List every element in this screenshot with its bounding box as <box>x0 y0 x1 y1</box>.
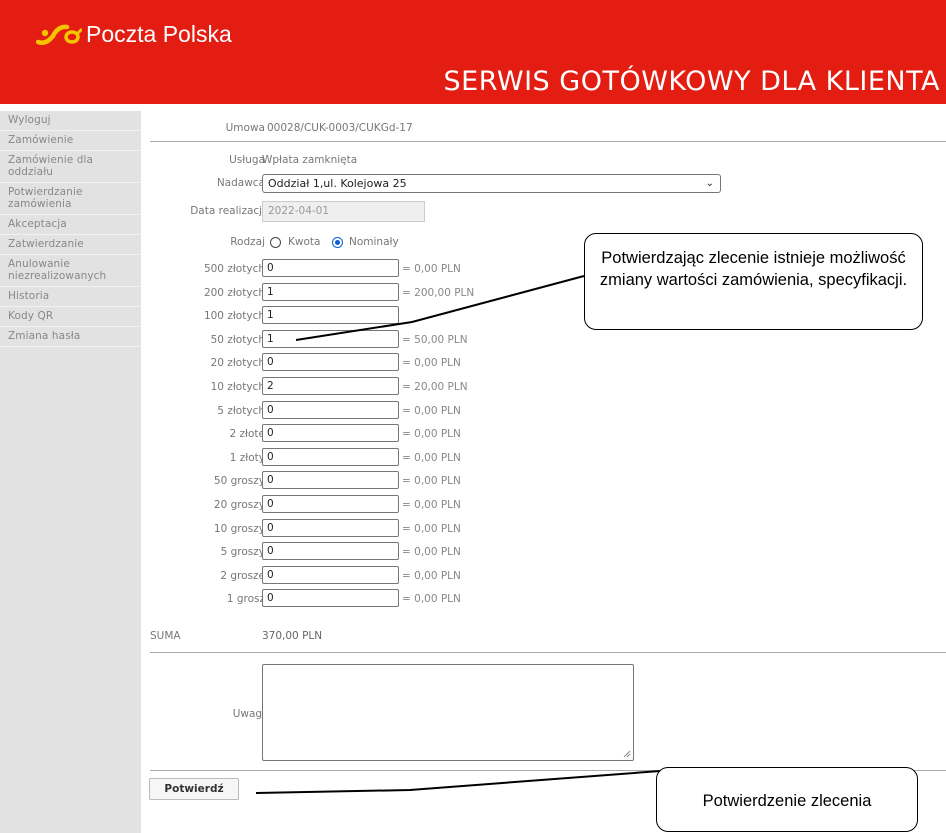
denomination-subtotal: = 0,00 PLN <box>402 405 461 417</box>
radio-amount[interactable] <box>270 237 281 248</box>
sidebar: Wyloguj Zamówienie Zamówienie dla oddzia… <box>0 111 141 833</box>
sender-label: Nadawca <box>216 177 265 189</box>
denomination-label: 10 złotych <box>210 381 265 393</box>
denomination-subtotal: = 200,00 PLN <box>402 287 475 299</box>
resize-grip-icon[interactable] <box>622 749 631 758</box>
sidebar-item-order-confirmation[interactable]: Potwierdzanie zamówienia <box>0 183 141 215</box>
notes-label: Uwagi <box>232 708 265 720</box>
sidebar-item-order[interactable]: Zamówienie <box>0 131 141 151</box>
app-header: Poczta Polska SERWIS GOTÓWKOWY DLA KLIEN… <box>0 0 946 104</box>
denomination-subtotal: = 0,00 PLN <box>402 428 461 440</box>
sender-select[interactable]: Oddział 1,ul. Kolejowa 25 ⌄ <box>262 174 721 193</box>
sidebar-item-branch-order[interactable]: Zamówienie dla oddziału <box>0 151 141 183</box>
denomination-label: 1 grosz <box>226 593 265 605</box>
denomination-label: 5 groszy <box>220 546 265 558</box>
denomination-label: 1 złoty <box>229 452 265 464</box>
denomination-subtotal: = 50,00 PLN <box>402 334 468 346</box>
divider <box>150 141 946 142</box>
denomination-label: 5 złotych <box>217 405 265 417</box>
denomination-count-input[interactable]: 1 <box>262 330 399 348</box>
denomination-count-input[interactable]: 0 <box>262 542 399 560</box>
denomination-count-input[interactable]: 2 <box>262 377 399 395</box>
denomination-label: 20 złotych <box>210 357 265 369</box>
denomination-count-input[interactable]: 0 <box>262 589 399 607</box>
denomination-count-input[interactable]: 0 <box>262 566 399 584</box>
notes-textarea[interactable] <box>262 664 634 761</box>
divider <box>150 652 946 653</box>
denomination-count-input[interactable]: 0 <box>262 353 399 371</box>
denomination-subtotal: = 0,00 PLN <box>402 593 461 605</box>
poczta-polska-logo: Poczta Polska <box>36 18 232 50</box>
radio-denominations-label: Nominały <box>349 236 399 248</box>
radio-amount-label: Kwota <box>288 236 321 248</box>
denomination-label: 200 złotych <box>203 287 265 299</box>
confirm-button[interactable]: Potwierdź <box>149 778 239 800</box>
contract-label: Umowa <box>225 122 265 134</box>
denomination-count-input[interactable]: 0 <box>262 448 399 466</box>
sidebar-item-logout[interactable]: Wyloguj <box>0 111 141 131</box>
denomination-subtotal: = 0,00 PLN <box>402 499 461 511</box>
service-title: SERWIS GOTÓWKOWY DLA KLIENTA <box>443 66 940 97</box>
sum-label: SUMA <box>150 630 181 642</box>
denomination-subtotal: = 0,00 PLN <box>402 263 461 275</box>
sidebar-item-change-password[interactable]: Zmiana hasła <box>0 327 141 347</box>
contract-value: 00028/CUK-0003/CUKGd-17 <box>267 122 413 134</box>
denomination-subtotal: = 0,00 PLN <box>402 357 461 369</box>
denomination-label: 500 złotych <box>203 263 265 275</box>
radio-denominations[interactable] <box>332 237 343 248</box>
denomination-label: 10 groszy <box>213 523 265 535</box>
denomination-count-input[interactable]: 0 <box>262 401 399 419</box>
denomination-label: 2 grosze <box>220 570 265 582</box>
denomination-label: 100 złotych <box>203 310 265 322</box>
denomination-count-input[interactable]: 1 <box>262 306 399 324</box>
chevron-down-icon: ⌄ <box>705 178 714 189</box>
sidebar-item-approval[interactable]: Zatwierdzanie <box>0 235 141 255</box>
denomination-subtotal: = 0,00 PLN <box>402 523 461 535</box>
sender-selected-value: Oddział 1,ul. Kolejowa 25 <box>268 177 407 190</box>
denomination-subtotal: = 0,00 PLN <box>402 570 461 582</box>
denomination-label: 2 złote <box>229 428 265 440</box>
sidebar-item-history[interactable]: Historia <box>0 287 141 307</box>
denomination-subtotal: = 0,00 PLN <box>402 475 461 487</box>
type-label: Rodzaj <box>230 236 265 248</box>
order-form: Umowa 00028/CUK-0003/CUKGd-17 Usługa Wpł… <box>141 104 946 833</box>
denomination-subtotal: = 0,00 PLN <box>402 546 461 558</box>
date-field[interactable]: 2022-04-01 <box>262 201 425 222</box>
denomination-count-input[interactable]: 0 <box>262 495 399 513</box>
service-value: Wpłata zamknięta <box>262 154 358 166</box>
denomination-count-input[interactable]: 0 <box>262 519 399 537</box>
denomination-label: 50 groszy <box>213 475 265 487</box>
sidebar-item-cancel-unfulfilled[interactable]: Anulowanie niezrealizowanych <box>0 255 141 287</box>
denomination-count-input[interactable]: 1 <box>262 283 399 301</box>
callout-confirm-note: Potwierdzenie zlecenia <box>656 767 918 832</box>
denomination-label: 20 groszy <box>213 499 265 511</box>
denomination-label: 50 złotych <box>210 334 265 346</box>
service-label: Usługa <box>229 154 265 166</box>
sidebar-item-acceptance[interactable]: Akceptacja <box>0 215 141 235</box>
denomination-count-input[interactable]: 0 <box>262 259 399 277</box>
sidebar-item-qr-codes[interactable]: Kody QR <box>0 307 141 327</box>
date-label: Data realizacji <box>190 205 265 217</box>
denomination-subtotal: = 0,00 PLN <box>402 452 461 464</box>
callout-edit-note: Potwierdzając zlecenie istnieje możliwoś… <box>584 233 923 330</box>
brand-name: Poczta Polska <box>86 20 232 47</box>
denomination-subtotal: = 20,00 PLN <box>402 381 468 393</box>
post-horn-icon <box>36 24 82 45</box>
sum-value: 370,00 PLN <box>262 630 323 642</box>
denomination-count-input[interactable]: 0 <box>262 424 399 442</box>
denomination-count-input[interactable]: 0 <box>262 471 399 489</box>
